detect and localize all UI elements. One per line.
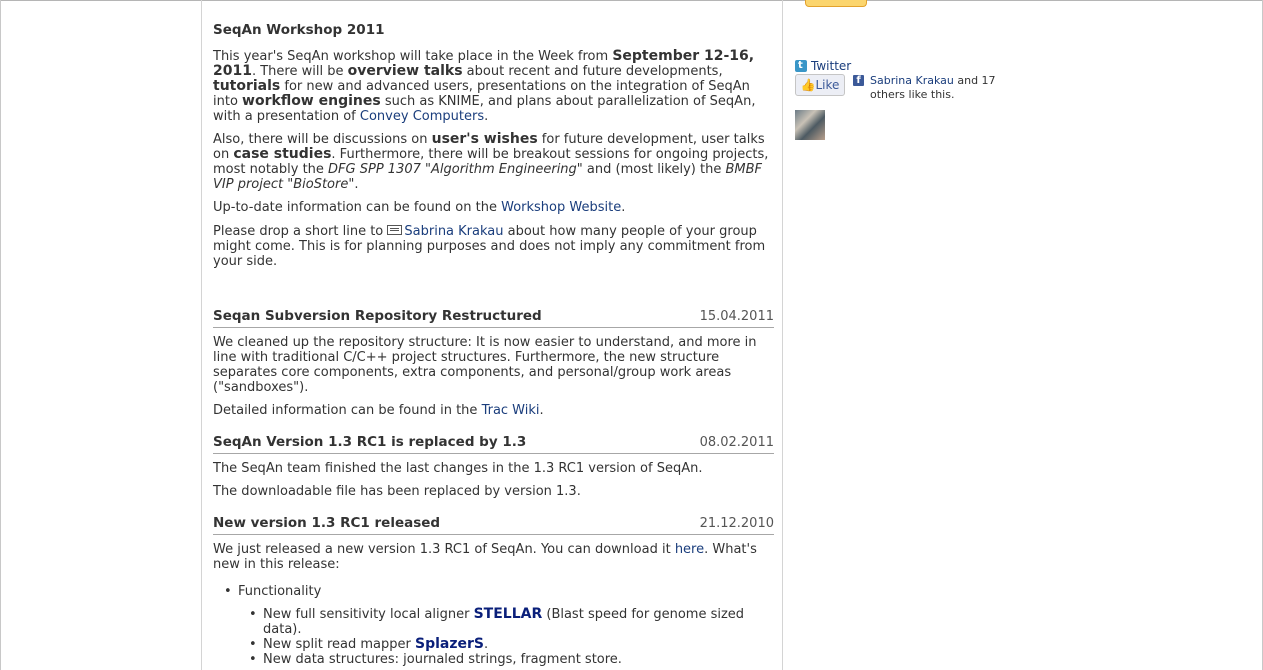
text-run: . There will be [251,64,348,79]
emphasis-text: overview talks [347,63,463,79]
list-item: • New split read mapper SplazerS. [213,636,774,653]
twitter-share[interactable]: Twitter [795,58,851,74]
facebook-like-button[interactable]: 👍Like [795,74,845,96]
news-title-workshop: SeqAn Workshop 2011 [213,22,385,38]
text-run: . [539,403,544,418]
twitter-icon [795,58,807,74]
list-item: • New data structures: journaled strings,… [213,652,774,667]
text-run: about recent and future developments, [462,64,723,79]
text-run: Also, there will be discussions on [213,132,432,147]
text-run: New split read mapper [263,637,415,652]
rc1-paragraph-1: We just released a new version 1.3 RC1 o… [213,542,774,572]
inline-link[interactable]: Workshop Website [501,200,621,215]
right-sidebar: Twitter 👍Like f Sabrina Krakau and 17 ot… [784,0,1024,670]
inline-link[interactable]: here [675,542,704,557]
thumbs-up-icon: 👍 [800,78,816,92]
list-item-text: New data structures: journaled strings, … [263,652,622,667]
email-icon [387,225,403,235]
workshop-paragraph-2: Also, there will be discussions on user'… [213,131,774,193]
text-run: The downloadable file has been replaced … [213,484,581,499]
text-run: Detailed information can be found in the [213,403,482,418]
bullet: • [249,637,257,652]
text-run: . [484,109,489,124]
orange-button[interactable] [805,0,867,7]
window-left-border [0,0,1,670]
list-item-text: New full sensitivity local aligner STELL… [263,606,744,638]
v13-paragraph-2: The downloadable file has been replaced … [213,484,774,499]
text-run: . [621,200,626,215]
news-date: 08.02.2011 [699,435,774,450]
emphasis-text: user's wishes [431,131,538,147]
facebook-icon: f [853,75,864,86]
inline-link[interactable]: SplazerS [415,636,484,652]
inline-link[interactable]: Sabrina Krakau [404,224,503,239]
bullet: • [224,584,232,599]
italic-text: DFG SPP 1307 "Algorithm Engineering" [328,162,583,177]
functionality-sublist: • New full sensitivity local aligner STEL… [213,606,774,668]
release-feature-list: • Functionality [213,584,774,599]
text-run: New data structures: journaled strings, … [263,652,622,667]
emphasis-text: workflow engines [242,93,381,109]
news-title-text: Seqan Subversion Repository Restructured [213,308,542,324]
emphasis-text: tutorials [213,78,281,94]
text-run: Up-to-date information can be found on t… [213,200,502,215]
inline-link[interactable]: STELLAR [474,606,543,622]
facebook-like-count: Sabrina Krakau and 17 others like this. [870,74,1000,102]
text-run: and (most likely) the [582,162,726,177]
facebook-friend-link[interactable]: Sabrina Krakau [870,74,954,87]
text-run: We just released a new version 1.3 RC1 o… [213,542,675,557]
list-item-text: New split read mapper SplazerS. [263,636,489,653]
list-item: • Functionality [213,584,774,599]
news-date: 21.12.2010 [699,516,774,531]
avatar[interactable] [795,110,825,140]
workshop-paragraph-4: Please drop a short line to Sabrina Krak… [213,224,774,269]
repo-paragraph-1: We cleaned up the repository structure: … [213,335,774,395]
news-column: SeqAn Workshop 2011 This year's SeqAn wo… [201,0,783,670]
list-item: • New full sensitivity local aligner STEL… [213,606,774,638]
text-run: . [483,637,489,652]
workshop-paragraph-1: This year's SeqAn workshop will take pla… [213,49,774,125]
bullet: • [249,652,257,667]
workshop-paragraph-3: Up-to-date information can be found on t… [213,200,774,215]
news-title-rc1: New version 1.3 RC1 released 21.12.2010 [213,514,774,535]
repo-paragraph-2: Detailed information can be found in the… [213,403,774,418]
news-title-v13: SeqAn Version 1.3 RC1 is replaced by 1.3… [213,433,774,454]
inline-link[interactable]: Trac Wiki [482,403,540,418]
text-run: . [354,177,359,192]
news-title-repo: Seqan Subversion Repository Restructured… [213,307,774,328]
like-label: Like [815,78,840,92]
emphasis-text: case studies [233,146,332,162]
text-run: Please drop a short line to [213,224,388,239]
text-run: The SeqAn team finished the last changes… [213,461,703,476]
text-run: We cleaned up the repository structure: … [213,335,757,395]
news-title-text: New version 1.3 RC1 released [213,515,441,531]
text-run: This year's SeqAn workshop will take pla… [213,49,613,64]
bullet: • [249,607,257,622]
twitter-link[interactable]: Twitter [811,59,851,73]
inline-link[interactable]: Convey Computers [360,109,484,124]
news-title-text: SeqAn Version 1.3 RC1 is replaced by 1.3 [213,434,527,450]
news-date: 15.04.2011 [699,309,774,324]
list-heading: Functionality [238,584,322,599]
v13-paragraph-1: The SeqAn team finished the last changes… [213,461,774,476]
text-run: New full sensitivity local aligner [263,607,474,622]
